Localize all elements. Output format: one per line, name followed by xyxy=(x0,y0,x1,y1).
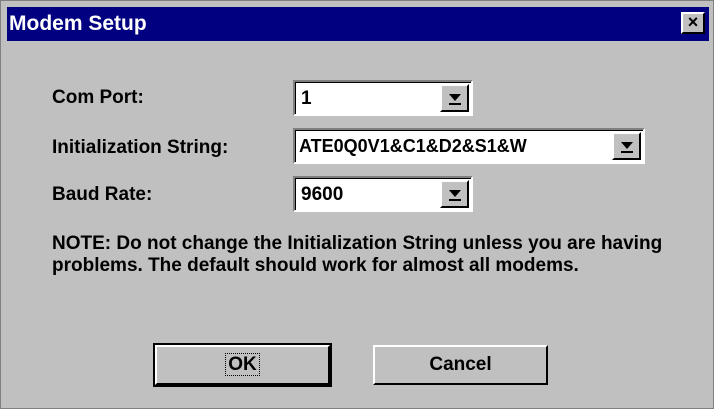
close-icon: × xyxy=(687,12,699,32)
close-button[interactable]: × xyxy=(681,12,705,34)
baud-rate-label: Baud Rate: xyxy=(52,184,153,205)
com-port-dropdown-icon[interactable] xyxy=(440,84,469,112)
dialog-title: Modem Setup xyxy=(9,12,147,35)
cancel-button-label: Cancel xyxy=(429,354,492,375)
init-string-combo[interactable]: ATE0Q0V1&C1&D2&S1&W xyxy=(293,128,645,164)
baud-rate-value: 9600 xyxy=(301,184,344,205)
init-string-label: Initialization String: xyxy=(52,137,229,158)
ok-button[interactable]: OK xyxy=(153,343,332,387)
init-string-value: ATE0Q0V1&C1&D2&S1&W xyxy=(299,136,527,156)
ok-button-label: OK xyxy=(225,353,260,376)
baud-rate-combo[interactable]: 9600 xyxy=(293,176,473,212)
init-string-dropdown-icon[interactable] xyxy=(612,132,641,160)
com-port-label: Com Port: xyxy=(52,87,144,108)
cancel-button[interactable]: Cancel xyxy=(373,345,548,385)
modem-setup-dialog: Modem Setup × Com Port: 1 Initialization… xyxy=(0,0,714,409)
com-port-value: 1 xyxy=(301,88,312,109)
baud-rate-dropdown-icon[interactable] xyxy=(440,180,469,208)
note-text: NOTE: Do not change the Initialization S… xyxy=(52,233,663,276)
title-bar[interactable]: Modem Setup × xyxy=(7,7,709,41)
com-port-combo[interactable]: 1 xyxy=(293,80,473,116)
